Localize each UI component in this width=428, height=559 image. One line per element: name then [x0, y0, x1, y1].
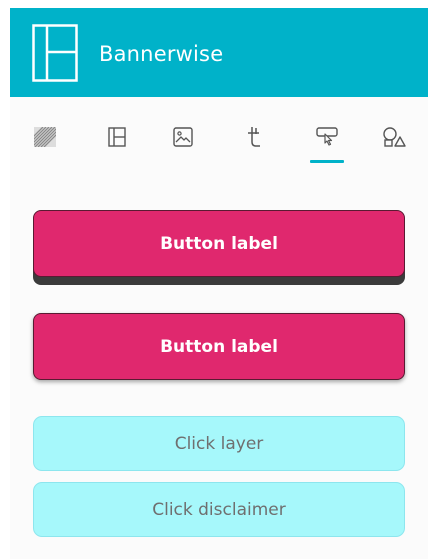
click-disclaimer-button[interactable]: Click disclaimer — [33, 482, 405, 537]
button-preview-shadow[interactable]: Button label — [33, 313, 405, 380]
editor-panel: Bannerwise Button label Button label Cli… — [10, 8, 428, 559]
button-click-tool[interactable] — [313, 123, 341, 151]
layout-logo-icon — [32, 24, 78, 82]
app-header: Bannerwise — [10, 8, 428, 97]
image-icon — [173, 127, 193, 147]
shapes-tool[interactable] — [380, 123, 408, 151]
layout-tool[interactable] — [103, 123, 131, 151]
button-click-icon — [316, 127, 338, 146]
app-brand-name: Bannerwise — [99, 42, 224, 66]
button-label: Button label — [160, 233, 278, 254]
texture-icon — [34, 127, 56, 147]
image-tool[interactable] — [169, 123, 197, 151]
click-layer-label: Click layer — [174, 433, 264, 454]
texture-tool[interactable] — [31, 123, 59, 151]
text-icon — [248, 127, 260, 147]
shapes-icon — [383, 127, 406, 147]
button-preview-raised[interactable]: Button label — [33, 210, 405, 277]
active-tab-indicator — [310, 160, 344, 163]
element-toolbar — [10, 97, 428, 169]
click-disclaimer-label: Click disclaimer — [152, 499, 286, 520]
text-tool[interactable] — [240, 123, 268, 151]
button-label: Button label — [160, 336, 278, 357]
layout-icon — [108, 127, 126, 147]
click-layer-button[interactable]: Click layer — [33, 416, 405, 471]
